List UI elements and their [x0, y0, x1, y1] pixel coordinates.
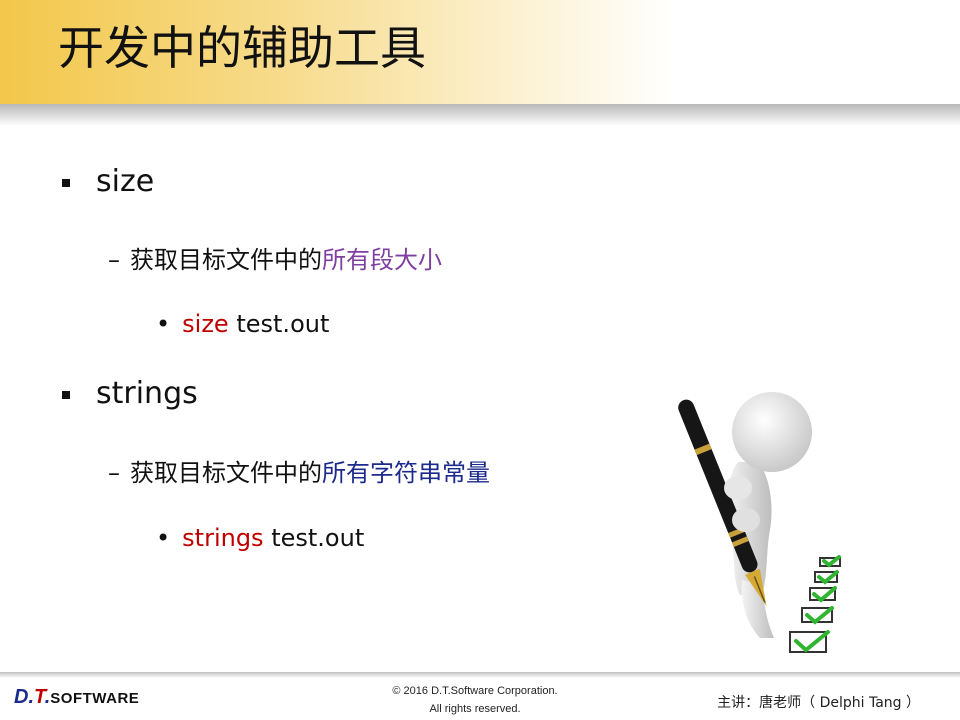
command-keyword: size	[182, 310, 229, 338]
sub-item-text: 获取目标文件中的	[130, 246, 322, 274]
command-size: • size test.out	[156, 310, 329, 338]
footer-divider	[0, 672, 960, 678]
sub-item-highlight: 所有字符串常量	[322, 459, 490, 487]
sub-item-size-desc: – 获取目标文件中的所有段大小	[108, 240, 442, 275]
copyright-line-1: © 2016 D.T.Software Corporation.	[392, 685, 558, 697]
copyright: © 2016 D.T.Software Corporation. All rig…	[350, 682, 600, 718]
dot-bullet-icon: •	[156, 524, 171, 552]
command-strings: • strings test.out	[156, 524, 364, 552]
square-bullet-icon	[62, 390, 70, 399]
command-argument: test.out	[236, 310, 330, 338]
dash-bullet-icon: –	[108, 246, 120, 274]
bullet-label: strings	[96, 376, 198, 411]
bullet-item-strings: strings	[62, 376, 198, 411]
square-bullet-icon	[62, 178, 70, 187]
lecturer-credit: 主讲：唐老师（ Delphi Tang ）	[717, 695, 920, 711]
sub-item-highlight: 所有段大小	[322, 246, 442, 274]
copyright-line-2: All rights reserved.	[429, 703, 521, 715]
dash-bullet-icon: –	[108, 459, 120, 487]
command-keyword: strings	[182, 524, 264, 552]
bullet-label: size	[96, 164, 155, 199]
person-with-pen-checklist-icon	[678, 392, 841, 653]
sub-item-strings-desc: – 获取目标文件中的所有字符串常量	[108, 453, 490, 488]
sub-item-text: 获取目标文件中的	[130, 459, 322, 487]
title-bar-shadow	[0, 104, 960, 126]
dot-bullet-icon: •	[156, 310, 171, 338]
slide-title: 开发中的辅助工具	[58, 21, 426, 75]
command-argument: test.out	[271, 524, 365, 552]
bullet-item-size: size	[62, 164, 154, 199]
company-logo: D.T.SOFTWARE	[14, 686, 140, 708]
